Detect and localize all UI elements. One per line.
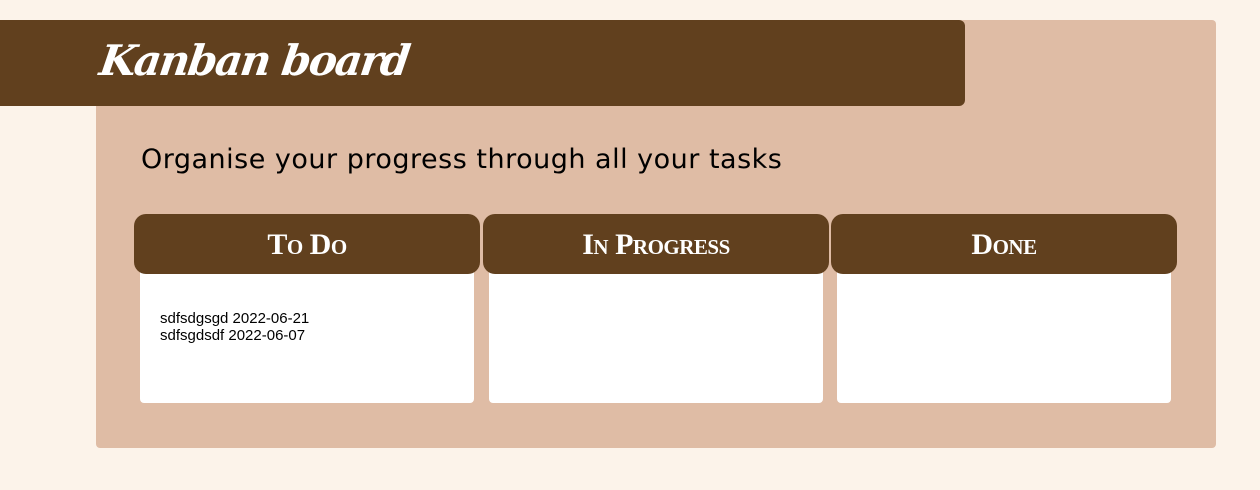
page-title: Kanban board <box>96 36 412 85</box>
task-item[interactable]: sdfsgdsdf 2022-06-07 <box>160 327 474 344</box>
column-header-todo: To Do <box>134 214 480 274</box>
task-list-todo: sdfsdgsgd 2022-06-21 sdfsgdsdf 2022-06-0… <box>140 272 474 344</box>
column-in-progress: In Progress <box>483 214 829 403</box>
column-header-in-progress: In Progress <box>483 214 829 274</box>
column-body-todo[interactable]: sdfsdgsgd 2022-06-21 sdfsgdsdf 2022-06-0… <box>140 272 474 403</box>
task-list-done <box>837 272 1171 310</box>
column-todo: To Do sdfsdgsgd 2022-06-21 sdfsgdsdf 202… <box>134 214 480 403</box>
column-body-in-progress[interactable] <box>489 272 823 403</box>
column-header-done: Done <box>831 214 1177 274</box>
task-item[interactable]: sdfsdgsgd 2022-06-21 <box>160 310 474 327</box>
task-list-in-progress <box>489 272 823 310</box>
page-subtitle: Organise your progress through all your … <box>141 144 783 175</box>
column-done: Done <box>831 214 1177 403</box>
column-body-done[interactable] <box>837 272 1171 403</box>
